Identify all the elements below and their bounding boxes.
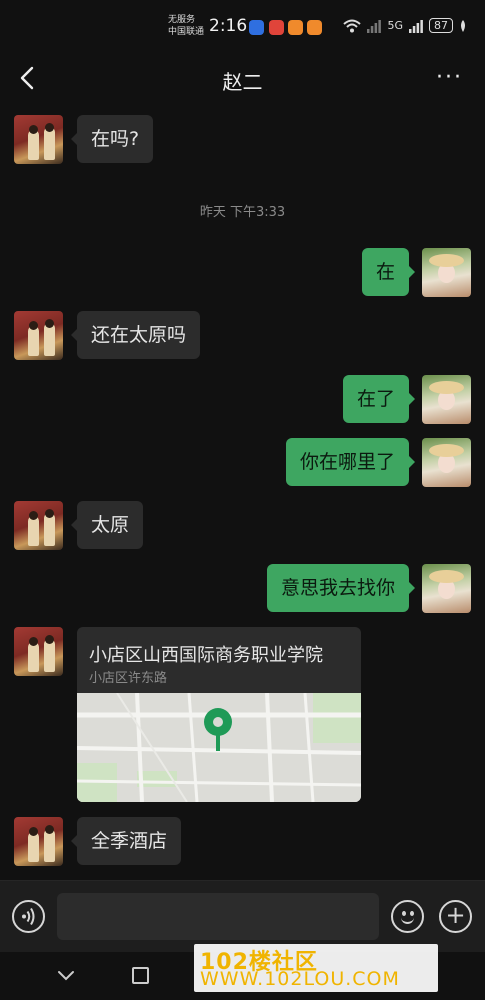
app-notification-icon	[249, 20, 264, 35]
my-avatar[interactable]	[422, 564, 471, 613]
signal-icon	[367, 19, 382, 33]
signal-icon	[409, 19, 423, 33]
carrier-line2: 中国联通	[168, 27, 205, 37]
outgoing-message-bubble[interactable]: 在了	[342, 375, 416, 423]
leaf-icon	[461, 19, 465, 32]
status-time: 2:16	[209, 16, 248, 36]
incoming-message-bubble[interactable]: 在吗?	[70, 115, 154, 163]
outgoing-message-bubble[interactable]: 意思我去找你	[266, 564, 416, 612]
chat-title: 赵二	[222, 70, 263, 94]
carrier-line1: 无服务	[168, 15, 196, 25]
contact-avatar[interactable]	[14, 115, 63, 164]
status-indicators: 5G 87	[343, 18, 467, 33]
map-pin-icon	[216, 735, 220, 751]
network-type-label: 5G	[387, 19, 403, 32]
outgoing-message-bubble[interactable]: 你在哪里了	[285, 438, 416, 486]
nav-home-button[interactable]	[132, 967, 149, 984]
wifi-icon	[343, 19, 362, 32]
watermark: 102楼社区 WWW.102LOU.COM	[194, 944, 438, 992]
message-text-input[interactable]	[57, 893, 379, 940]
message-input-bar: +	[0, 880, 485, 952]
more-options-button[interactable]: ···	[436, 67, 463, 89]
voice-input-button[interactable]	[12, 900, 45, 933]
watermark-url: WWW.102LOU.COM	[200, 968, 400, 990]
message-timestamp: 昨天 下午3:33	[199, 205, 286, 220]
status-bar: 无服务 中国联通 2:16 5G 87	[0, 0, 485, 46]
incoming-message-bubble[interactable]: 全季酒店	[70, 817, 182, 865]
app-notification-icon	[269, 20, 284, 35]
location-map-thumbnail	[77, 693, 361, 802]
emoji-icon	[402, 911, 406, 916]
location-message-card[interactable]: 小店区山西国际商务职业学院 小店区许东路	[77, 627, 361, 802]
incoming-message-bubble[interactable]: 还在太原吗	[70, 311, 201, 359]
contact-avatar[interactable]	[14, 817, 63, 866]
voice-icon	[22, 907, 35, 926]
nav-back-chevron-icon[interactable]	[56, 969, 76, 983]
location-address: 小店区许东路	[89, 671, 168, 686]
contact-avatar[interactable]	[14, 627, 63, 676]
emoji-button[interactable]	[391, 900, 424, 933]
my-avatar[interactable]	[422, 375, 471, 424]
outgoing-message-bubble[interactable]: 在	[361, 248, 416, 296]
app-notification-icon	[307, 20, 322, 35]
location-title: 小店区山西国际商务职业学院	[89, 645, 323, 666]
carrier-info: 无服务 中国联通	[168, 14, 204, 38]
chat-header: 赵二 ···	[0, 48, 485, 108]
incoming-message-bubble[interactable]: 太原	[70, 501, 144, 549]
battery-indicator: 87	[429, 18, 453, 33]
my-avatar[interactable]	[422, 248, 471, 297]
my-avatar[interactable]	[422, 438, 471, 487]
contact-avatar[interactable]	[14, 501, 63, 550]
more-actions-button[interactable]: +	[439, 900, 472, 933]
contact-avatar[interactable]	[14, 311, 63, 360]
app-notification-icon	[288, 20, 303, 35]
